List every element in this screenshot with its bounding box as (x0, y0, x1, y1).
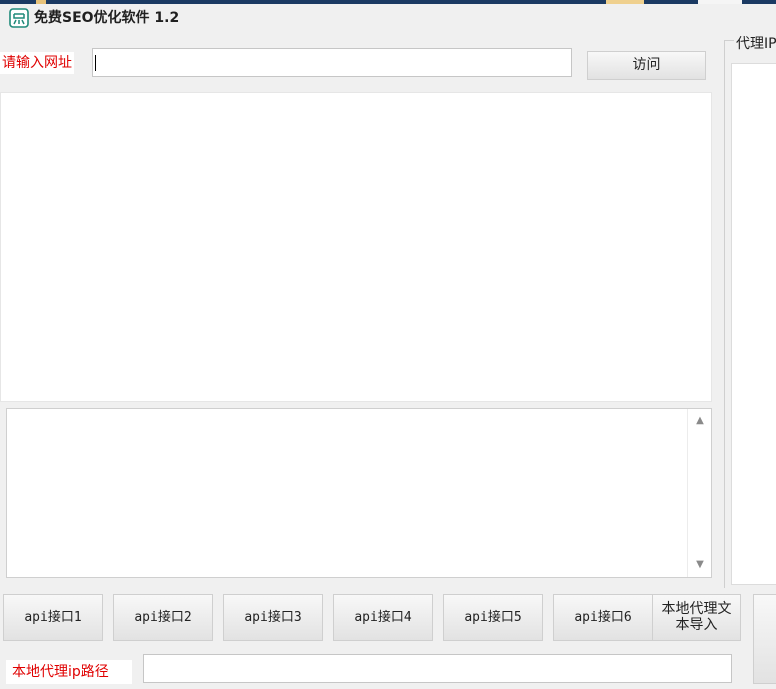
visit-button[interactable]: 访问 (587, 51, 706, 80)
local-path-input[interactable] (143, 654, 732, 683)
import-button-line2: 本导入 (675, 617, 718, 633)
app-logo-icon (9, 8, 29, 28)
api-button-1[interactable]: api接口1 (3, 594, 103, 641)
log-scrollbar[interactable]: ▲ ▼ (687, 409, 711, 577)
scroll-down-arrow-icon[interactable]: ▼ (694, 559, 706, 571)
proxy-group-title: 代理IP (734, 34, 776, 54)
url-input[interactable] (92, 48, 572, 77)
web-browser-view[interactable] (0, 92, 712, 402)
import-button-line1: 本地代理文 (661, 601, 732, 617)
api-button-5[interactable]: api接口5 (443, 594, 543, 641)
right-edge-button[interactable] (753, 594, 776, 684)
url-label: 请输入网址 (0, 52, 74, 74)
log-textarea[interactable] (6, 408, 712, 578)
proxy-ip-list[interactable] (731, 63, 776, 585)
local-path-label: 本地代理ip路径 (6, 660, 132, 684)
api-button-2[interactable]: api接口2 (113, 594, 213, 641)
api-button-6[interactable]: api接口6 (553, 594, 653, 641)
import-local-proxy-button[interactable]: 本地代理文 本导入 (652, 594, 741, 641)
api-button-3[interactable]: api接口3 (223, 594, 323, 641)
scroll-up-arrow-icon[interactable]: ▲ (694, 415, 706, 427)
text-caret (95, 55, 96, 71)
api-button-4[interactable]: api接口4 (333, 594, 433, 641)
window-title: 免费SEO优化软件 1.2 (34, 10, 180, 26)
proxy-group-border-left (724, 40, 725, 588)
